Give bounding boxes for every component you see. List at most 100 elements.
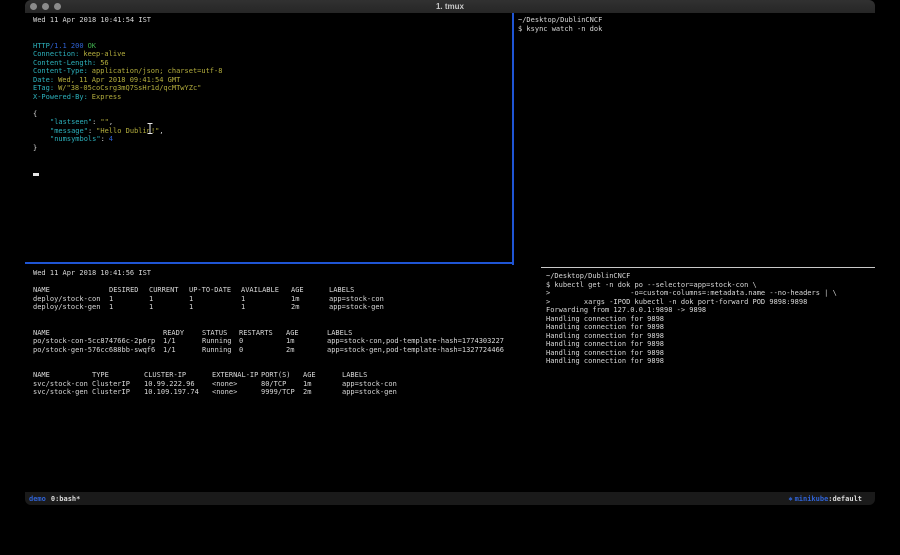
table-cell: DESIRED (109, 286, 139, 295)
blank-line (33, 278, 541, 287)
timestamp-line: Wed 11 Apr 2018 10:41:56 IST (33, 269, 541, 278)
kube-namespace: :default (828, 495, 862, 503)
table-cell: NAME (33, 371, 50, 380)
http-header-line: Connection: keep-alive (33, 50, 520, 59)
table-cell: CURRENT (149, 286, 179, 295)
terminal-line: ~/Desktop/DublinCNCF (518, 16, 875, 25)
table-cell: 1m (291, 295, 299, 304)
table-cell: 1m (303, 380, 311, 389)
tmux-status-right: ⎈minikube:default (788, 495, 862, 503)
table-row: svc/stock-genClusterIP10.109.197.74<none… (33, 388, 541, 397)
kubernetes-helm-icon: ⎈ (788, 495, 792, 503)
kube-context: minikube (795, 495, 829, 503)
timestamp-text: Wed 11 Apr 2018 10:41:54 IST (33, 16, 151, 24)
table-cell: 1 (189, 295, 193, 304)
close-window-button[interactable] (30, 3, 37, 10)
header-name: Connection: (33, 50, 79, 58)
json-key: "numsymbols" (50, 135, 101, 143)
table-cell: STATUS (202, 329, 227, 338)
table-cell: LABELS (327, 329, 352, 338)
json-open-brace: { (33, 110, 520, 119)
zoom-window-button[interactable] (54, 3, 61, 10)
table-cell: 2m (286, 346, 294, 355)
http-proto: HTTP (33, 42, 50, 50)
json-field-line: "lastseen":"", (33, 118, 520, 127)
pane-ksync[interactable]: ~/Desktop/DublinCNCF$ ksync watch -n dok (514, 13, 875, 265)
json-value: "" (100, 118, 108, 126)
table-cell: 1 (241, 295, 245, 304)
table-cell: deploy/stock-con (33, 295, 100, 304)
table-cell: NAME (33, 329, 50, 338)
table-cell: 1 (241, 303, 245, 312)
header-name: X-Powered-By: (33, 93, 88, 101)
table-cell: AVAILABLE (241, 286, 279, 295)
blank-line (33, 101, 520, 110)
pane-port-forward[interactable]: ~/Desktop/DublinCNCF$ kubectl get -n dok… (536, 268, 875, 496)
terminal-output: ~/Desktop/DublinCNCF$ kubectl get -n dok… (546, 272, 875, 366)
tmux-session-name: demo (29, 495, 46, 503)
terminal-line: Handling connection for 9898 (546, 332, 875, 341)
pane-divider-horizontal-left[interactable] (25, 262, 512, 264)
http-header-line: Content-Length:56 (33, 59, 520, 68)
table-cell: Running (202, 346, 232, 355)
brace-text: } (33, 144, 37, 152)
table-cell: 1 (149, 295, 153, 304)
json-field-line: "message":"Hello Dublin!", (33, 127, 520, 136)
table-cell: deploy/stock-gen (33, 303, 100, 312)
table-cell: app=stock-gen (329, 303, 384, 312)
blank-line (33, 152, 520, 161)
table-cell: EXTERNAL-IP (212, 371, 258, 380)
table-cell: TYPE (92, 371, 109, 380)
header-value: Express (92, 93, 122, 101)
pods-table: NAMEREADYSTATUSRESTARTSAGELABELSpo/stock… (33, 329, 541, 355)
blank-line (33, 320, 541, 329)
table-row: po/stock-con-5cc874766c-2p6rp1/1Running0… (33, 337, 541, 346)
table-cell: 0 (239, 346, 243, 355)
window-titlebar[interactable]: 1. tmux (25, 0, 875, 14)
timestamp-line: Wed 11 Apr 2018 10:41:54 IST (33, 16, 520, 25)
terminal-window: 1. tmux Wed 11 Apr 2018 10:41:54 IST HTT… (25, 0, 875, 505)
header-value: W/"38-05coCsrg3mQ7SsHr1d/qcMTwYZc" (58, 84, 201, 92)
terminal-output: ~/Desktop/DublinCNCF$ ksync watch -n dok (518, 16, 875, 33)
json-value: "Hello Dublin!" (96, 127, 159, 135)
table-cell: 0 (239, 337, 243, 346)
http-header-line: ETag:W/"38-05coCsrg3mQ7SsHr1d/qcMTwYZc" (33, 84, 520, 93)
http-header-line: Date:Wed, 11 Apr 2018 09:41:54 GMT (33, 76, 520, 85)
cursor-line (33, 169, 520, 178)
table-cell: CLUSTER-IP (144, 371, 186, 380)
timestamp-text: Wed 11 Apr 2018 10:41:56 IST (33, 269, 151, 277)
table-cell: AGE (303, 371, 316, 380)
table-cell: 10.99.222.96 (144, 380, 195, 389)
header-value: keep-alive (83, 50, 125, 58)
table-cell: AGE (291, 286, 304, 295)
pane-http-response[interactable]: Wed 11 Apr 2018 10:41:54 IST HTTP/1.1 20… (25, 13, 520, 265)
json-colon: : (101, 135, 105, 143)
brace-text: { (33, 110, 37, 118)
table-cell: 9999/TCP (261, 388, 295, 397)
json-value: 4 (109, 135, 113, 143)
table-cell: UP-TO-DATE (189, 286, 231, 295)
table-cell: svc/stock-con (33, 380, 88, 389)
table-cell: 1/1 (163, 337, 176, 346)
table-header-row: NAMEDESIREDCURRENTUP-TO-DATEAVAILABLEAGE… (33, 286, 541, 295)
table-cell: svc/stock-gen (33, 388, 88, 397)
table-cell: 80/TCP (261, 380, 286, 389)
services-table: NAMETYPECLUSTER-IPEXTERNAL-IPPORT(S)AGEL… (33, 371, 541, 397)
json-comma: , (109, 118, 113, 126)
table-cell: app=stock-con (342, 380, 397, 389)
json-comma: , (159, 127, 163, 135)
table-cell: app=stock-con (329, 295, 384, 304)
json-colon: : (92, 118, 96, 126)
terminal-line: Handling connection for 9898 (546, 349, 875, 358)
pane-kubectl-get[interactable]: Wed 11 Apr 2018 10:41:56 IST NAME DESIRED… (25, 265, 541, 496)
table-cell: 1 (109, 303, 113, 312)
table-cell: app=stock-con,pod-template-hash=17743032… (327, 337, 504, 346)
tmux-window-name[interactable]: 0:bash* (51, 495, 81, 503)
minimize-window-button[interactable] (42, 3, 49, 10)
table-row: deploy/stock-con11111mapp=stock-con (33, 295, 541, 304)
terminal-line: > xargs -IPOD kubectl -n dok port-forwar… (546, 298, 875, 307)
terminal-line: Handling connection for 9898 (546, 357, 875, 366)
table-cell: ClusterIP (92, 388, 130, 397)
blank-line (33, 33, 520, 42)
table-cell: po/stock-gen-576cc688bb-swqf6 (33, 346, 155, 355)
